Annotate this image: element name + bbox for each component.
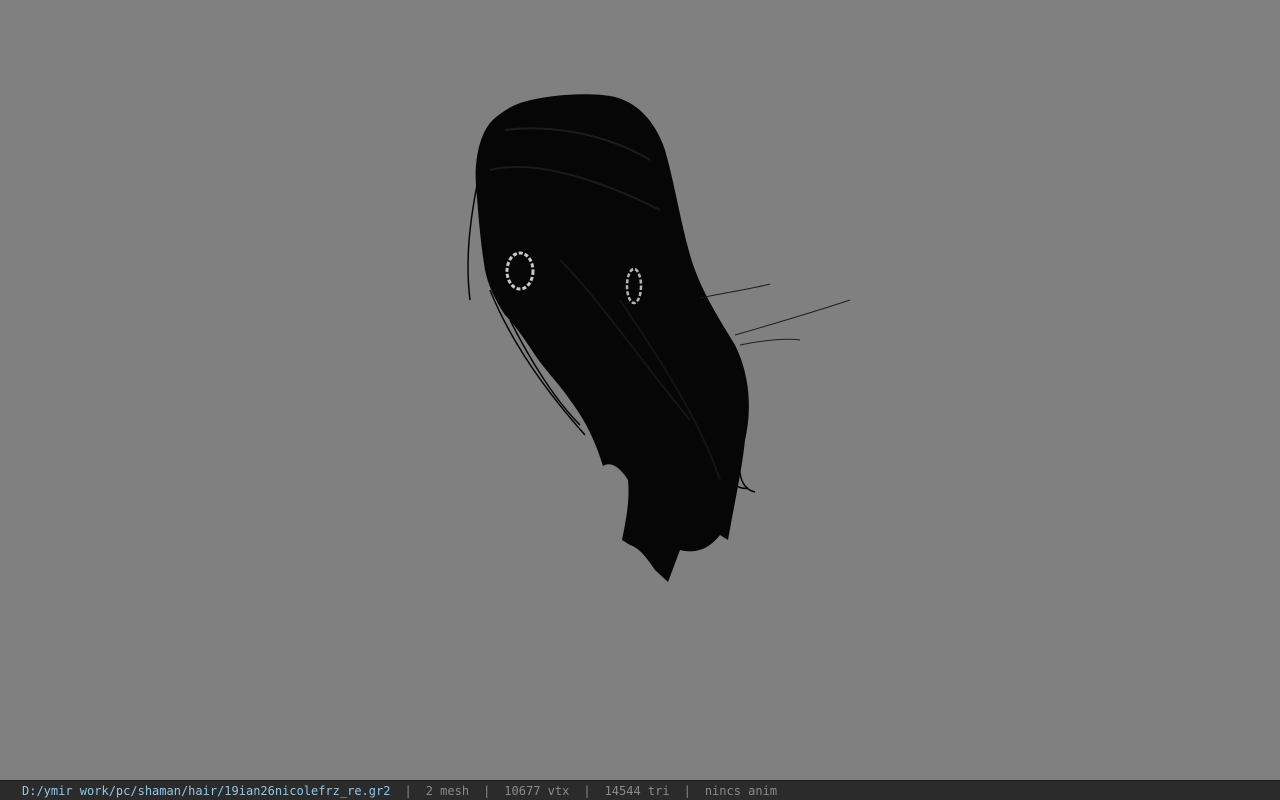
file-path: D:/ymir work/pc/shaman/hair/19ian26nicol…: [22, 783, 391, 798]
separator: |: [404, 783, 412, 798]
hair-strand: [734, 299, 851, 336]
hair-strand: [467, 179, 479, 301]
separator: |: [483, 783, 491, 798]
hair-model-render: [467, 94, 851, 582]
mesh-count: 2 mesh: [425, 783, 470, 798]
separator: |: [683, 783, 691, 798]
triangle-count: 14544 tri: [604, 783, 670, 798]
vertex-count: 10677 vtx: [504, 783, 570, 798]
status-bar: D:/ymir work/pc/shaman/hair/19ian26nicol…: [0, 780, 1280, 800]
separator: |: [583, 783, 591, 798]
animation-info: nincs anim: [704, 783, 778, 798]
hair-strand: [738, 459, 756, 493]
hair-strand: [739, 338, 801, 346]
hair-strand: [699, 283, 771, 299]
3d-viewport[interactable]: [0, 0, 1280, 780]
